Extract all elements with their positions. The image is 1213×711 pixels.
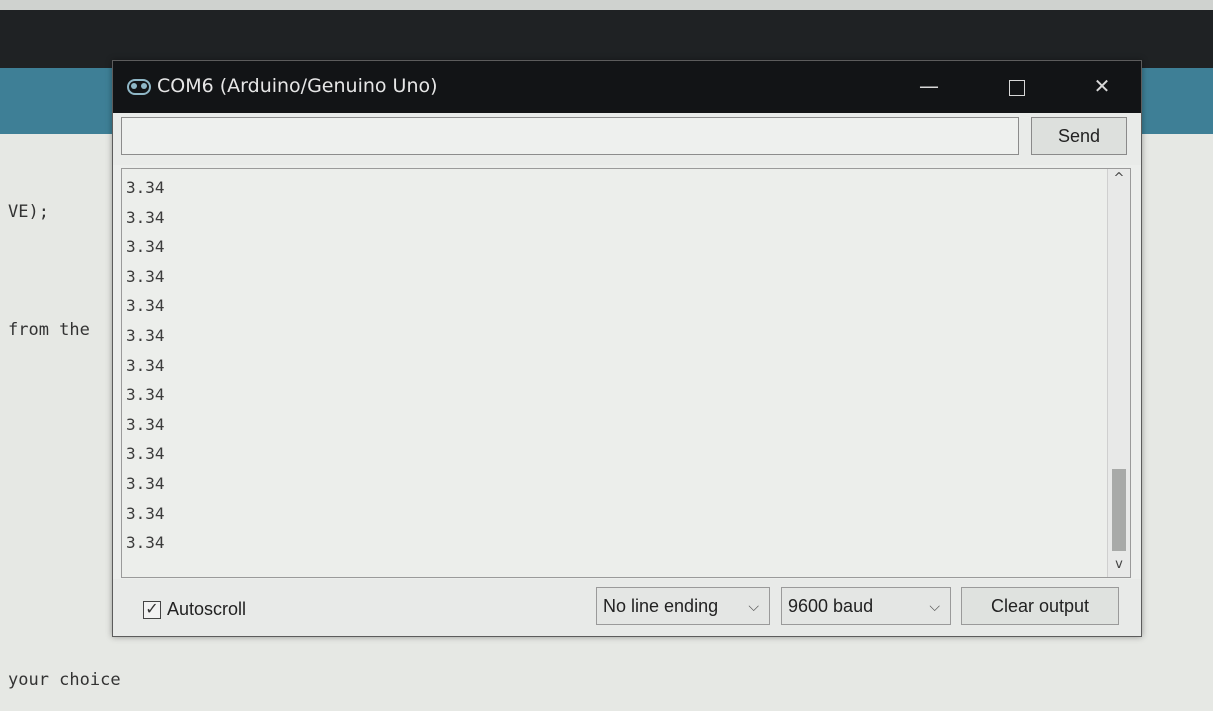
maximize-icon	[1009, 79, 1025, 96]
vertical-scrollbar[interactable]: ^ v	[1107, 169, 1130, 577]
autoscroll-label[interactable]: Autoscroll	[167, 599, 246, 620]
chevron-down-icon: ⌵	[748, 598, 759, 614]
scroll-up-icon[interactable]: ^	[1108, 171, 1130, 189]
output-line: 3.34	[126, 178, 165, 197]
code-line: your choice	[8, 670, 121, 690]
minimize-icon: —	[919, 74, 939, 98]
maximize-button[interactable]	[988, 67, 1046, 105]
checkmark-icon: ✓	[145, 599, 159, 618]
code-line: from the	[8, 320, 90, 340]
clear-output-button[interactable]: Clear output	[961, 587, 1119, 625]
title-bar[interactable]: COM6 (Arduino/Genuino Uno) — ✕	[113, 61, 1141, 113]
baud-rate-value: 9600 baud	[788, 596, 874, 616]
chevron-down-icon: ⌵	[929, 598, 940, 614]
output-line: 3.34	[126, 325, 165, 345]
output-line: 3.34	[126, 503, 165, 523]
code-line: VE);	[8, 202, 49, 222]
output-lines: 3.34 3.34 3.34 3.34 3.34 3.34 3.34 3.34 …	[126, 173, 165, 558]
screen-bezel	[0, 0, 1213, 10]
output-line: 3.34	[126, 414, 165, 434]
output-line: 3.34	[126, 355, 165, 375]
output-line: 3.34	[126, 296, 165, 316]
output-line: 3.34	[126, 444, 165, 464]
serial-input[interactable]	[121, 117, 1019, 155]
close-button[interactable]: ✕	[1073, 67, 1131, 105]
scroll-down-icon[interactable]: v	[1108, 557, 1130, 575]
output-line: 3.34	[126, 266, 165, 286]
serial-output[interactable]: 3.34 3.34 3.34 3.34 3.34 3.34 3.34 3.34 …	[121, 168, 1131, 578]
output-line: 3.34	[126, 237, 165, 257]
close-icon: ✕	[1093, 74, 1111, 98]
minimize-button[interactable]: —	[900, 67, 958, 105]
send-button[interactable]: Send	[1031, 117, 1127, 155]
output-line: 3.34	[126, 473, 165, 493]
output-line: 3.34	[126, 207, 165, 227]
send-row: Send	[113, 113, 1141, 165]
autoscroll-checkbox[interactable]: ✓	[143, 601, 161, 619]
line-ending-select[interactable]: No line ending ⌵	[596, 587, 770, 625]
output-line: 3.34	[126, 385, 165, 405]
bottom-toolbar: ✓ Autoscroll No line ending ⌵ 9600 baud …	[113, 579, 1141, 636]
line-ending-value: No line ending	[603, 596, 719, 616]
arduino-logo-icon	[127, 79, 151, 95]
scroll-thumb[interactable]	[1112, 469, 1126, 551]
baud-rate-select[interactable]: 9600 baud ⌵	[781, 587, 951, 625]
window-title: COM6 (Arduino/Genuino Uno)	[157, 75, 438, 97]
serial-monitor-window: COM6 (Arduino/Genuino Uno) — ✕ Send 3.34…	[112, 60, 1142, 637]
output-line: 3.34	[126, 533, 165, 553]
